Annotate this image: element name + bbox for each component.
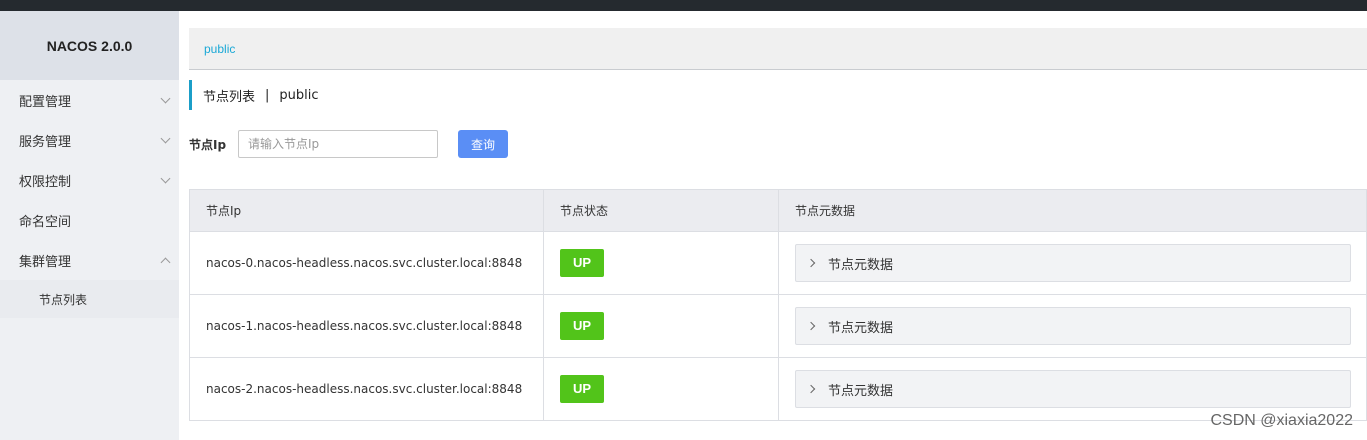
table-row: nacos-1.nacos-headless.nacos.svc.cluster… [189,294,1367,358]
node-table: 节点Ip 节点状态 节点元数据 nacos-0.nacos-headless.n… [189,189,1367,421]
table-header-row: 节点Ip 节点状态 节点元数据 [189,189,1367,232]
column-header-node-ip: 节点Ip [189,189,544,232]
sidebar-item-label: 权限控制 [19,174,72,190]
metadata-label: 节点元数据 [828,320,894,336]
chevron-down-icon [160,133,171,143]
node-ip-label: 节点Ip [189,137,227,152]
sidebar-item-cluster[interactable]: 集群管理 [0,240,179,280]
sidebar-subitem-label: 节点列表 [39,292,88,307]
sidebar: NACOS 2.0.0 配置管理 服务管理 权限控制 命名空间 集群管理 节点列… [0,11,179,440]
node-metadata-cell: 节点元数据 [778,231,1367,295]
sidebar-item-label: 命名空间 [19,214,72,230]
column-header-node-metadata: 节点元数据 [778,189,1367,232]
chevron-up-icon [160,257,171,267]
node-metadata-cell: 节点元数据 [778,294,1367,358]
namespace-link-public[interactable]: public [204,42,235,56]
sidebar-item-label: 配置管理 [19,94,72,110]
node-status-cell: UP [543,357,779,421]
sidebar-item-auth[interactable]: 权限控制 [0,160,179,200]
metadata-expander[interactable]: 节点元数据 [795,244,1351,282]
sidebar-item-label: 服务管理 [19,134,72,150]
status-badge: UP [560,249,604,277]
node-status-cell: UP [543,294,779,358]
sidebar-item-label: 集群管理 [19,254,72,270]
query-button[interactable]: 查询 [458,130,508,158]
status-badge: UP [560,312,604,340]
chevron-down-icon [160,173,171,183]
app-logo[interactable]: NACOS 2.0.0 [0,11,179,80]
chevron-down-icon [160,93,171,103]
filter-form: 节点Ip 查询 [189,130,508,158]
namespace-bar: public [189,28,1367,70]
page-title-text: 节点列表 [203,89,256,105]
table-row: nacos-0.nacos-headless.nacos.svc.cluster… [189,231,1367,295]
sidebar-item-service[interactable]: 服务管理 [0,120,179,160]
node-ip-cell: nacos-2.nacos-headless.nacos.svc.cluster… [189,357,544,421]
page-title-namespace: public [279,87,319,103]
main-content: public 节点列表 | public 节点Ip 查询 节点Ip 节点状态 节… [179,11,1367,440]
metadata-label: 节点元数据 [828,383,894,399]
sidebar-item-config[interactable]: 配置管理 [0,80,179,120]
node-ip-cell: nacos-0.nacos-headless.nacos.svc.cluster… [189,231,544,295]
chevron-right-icon [806,321,816,331]
status-badge: UP [560,375,604,403]
top-bar [0,0,1367,11]
watermark: CSDN @xiaxia2022 [1210,412,1353,429]
metadata-label: 节点元数据 [828,257,894,273]
chevron-right-icon [806,384,816,394]
page-title: 节点列表 | public [189,80,319,110]
column-header-node-status: 节点状态 [543,189,779,232]
sidebar-item-namespace[interactable]: 命名空间 [0,200,179,240]
node-ip-cell: nacos-1.nacos-headless.nacos.svc.cluster… [189,294,544,358]
node-status-cell: UP [543,231,779,295]
chevron-right-icon [806,258,816,268]
metadata-expander[interactable]: 节点元数据 [795,370,1351,408]
table-row: nacos-2.nacos-headless.nacos.svc.cluster… [189,357,1367,421]
sidebar-subitem-node-list[interactable]: 节点列表 [0,280,179,318]
title-separator: | [265,87,270,103]
node-ip-input[interactable] [238,130,438,158]
metadata-expander[interactable]: 节点元数据 [795,307,1351,345]
